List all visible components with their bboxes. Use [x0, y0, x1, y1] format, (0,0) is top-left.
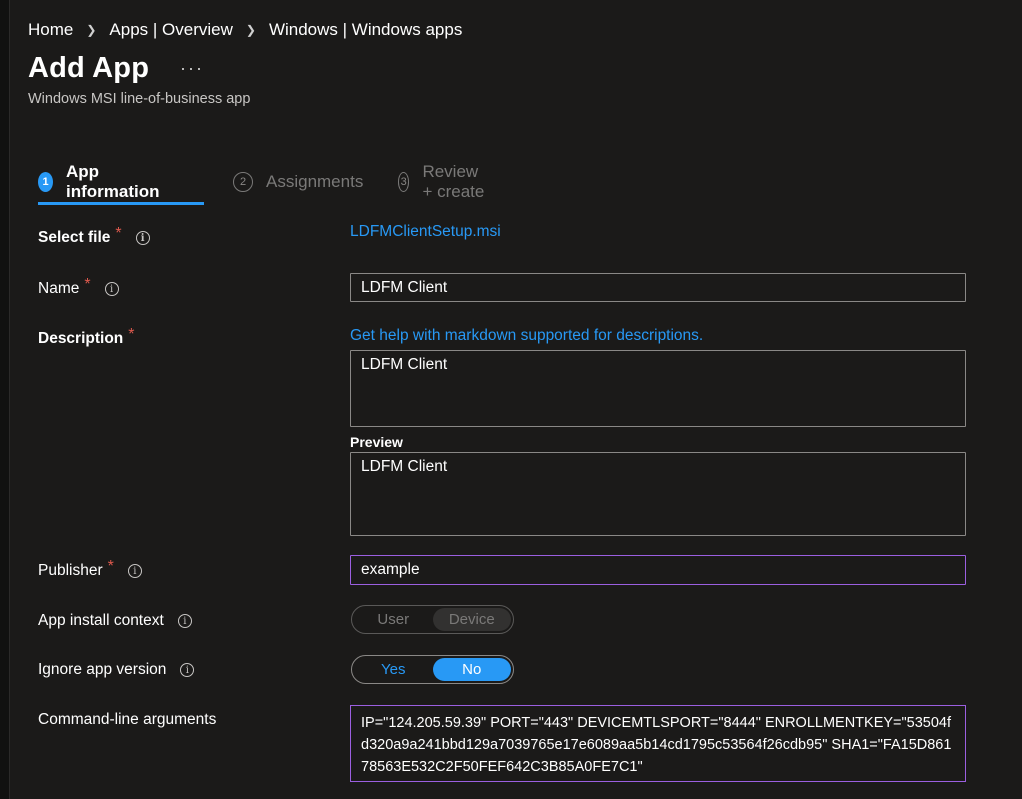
tab-label: App information: [66, 162, 160, 201]
info-icon[interactable]: i: [180, 663, 195, 677]
preview-label: Preview: [350, 434, 403, 450]
chevron-right-icon: ❯: [86, 23, 97, 37]
chevron-right-icon: ❯: [245, 23, 256, 37]
required-marker: *: [128, 326, 135, 343]
ignore-version-no-option[interactable]: No: [432, 658, 511, 681]
name-input[interactable]: LDFM Client: [350, 273, 966, 302]
select-file-label: Select file * i: [38, 225, 150, 247]
required-marker: *: [115, 225, 122, 242]
publisher-label: Publisher * i: [38, 558, 142, 580]
step-number-3: 3: [398, 172, 410, 192]
breadcrumb: Home ❯ Apps | Overview ❯ Windows | Windo…: [28, 19, 462, 41]
breadcrumb-apps-overview[interactable]: Apps | Overview: [109, 20, 232, 40]
install-context-user-option[interactable]: User: [354, 608, 433, 631]
ignore-version-toggle[interactable]: Yes No: [351, 655, 514, 684]
cmdline-label: Command-line arguments: [38, 711, 216, 729]
required-marker: *: [84, 276, 91, 293]
page-subtitle: Windows MSI line-of-business app: [28, 91, 251, 107]
breadcrumb-home[interactable]: Home: [28, 20, 73, 40]
tab-review-create[interactable]: 3 Review + create: [398, 162, 487, 201]
tab-label: Review + create: [422, 162, 485, 201]
description-label: Description *: [38, 326, 135, 348]
tab-app-information[interactable]: 1 App information: [38, 162, 164, 201]
selected-file-link[interactable]: LDFMClientSetup.msi: [350, 223, 501, 241]
description-preview: LDFM Client: [350, 452, 966, 536]
cmdline-textarea[interactable]: IP="124.205.59.39" PORT="443" DEVICEMTLS…: [350, 705, 966, 782]
select-file-label-text: Select file: [38, 229, 111, 246]
info-icon[interactable]: i: [177, 614, 192, 628]
cmdline-label-text: Command-line arguments: [38, 711, 217, 728]
publisher-input[interactable]: example: [350, 555, 966, 585]
ignore-version-label: Ignore app version i: [38, 661, 195, 679]
description-label-text: Description: [38, 330, 124, 347]
step-number-2: 2: [233, 172, 253, 192]
name-label: Name * i: [38, 276, 119, 298]
info-icon[interactable]: i: [104, 282, 119, 296]
ignore-version-label-text: Ignore app version: [38, 661, 167, 678]
publisher-label-text: Publisher: [38, 562, 103, 579]
info-icon[interactable]: i: [135, 231, 150, 245]
tab-label: Assignments: [266, 172, 364, 191]
step-number-1: 1: [38, 172, 53, 192]
ignore-version-yes-option[interactable]: Yes: [354, 658, 433, 681]
description-textarea[interactable]: LDFM Client: [350, 350, 966, 427]
breadcrumb-windows-apps[interactable]: Windows | Windows apps: [269, 20, 462, 40]
markdown-help-link[interactable]: Get help with markdown supported for des…: [350, 327, 703, 345]
page-title: Add App: [28, 52, 150, 84]
active-tab-indicator: [38, 202, 204, 205]
left-nav-rail: [0, 0, 10, 799]
required-marker: *: [107, 558, 114, 575]
install-context-label: App install context i: [38, 612, 192, 630]
info-icon[interactable]: i: [127, 564, 142, 578]
install-context-label-text: App install context: [38, 612, 164, 629]
install-context-toggle[interactable]: User Device: [351, 605, 514, 634]
name-label-text: Name: [38, 280, 80, 297]
more-options-icon[interactable]: ···: [180, 58, 204, 79]
install-context-device-option[interactable]: Device: [432, 608, 511, 631]
tab-assignments[interactable]: 2 Assignments: [233, 170, 363, 194]
